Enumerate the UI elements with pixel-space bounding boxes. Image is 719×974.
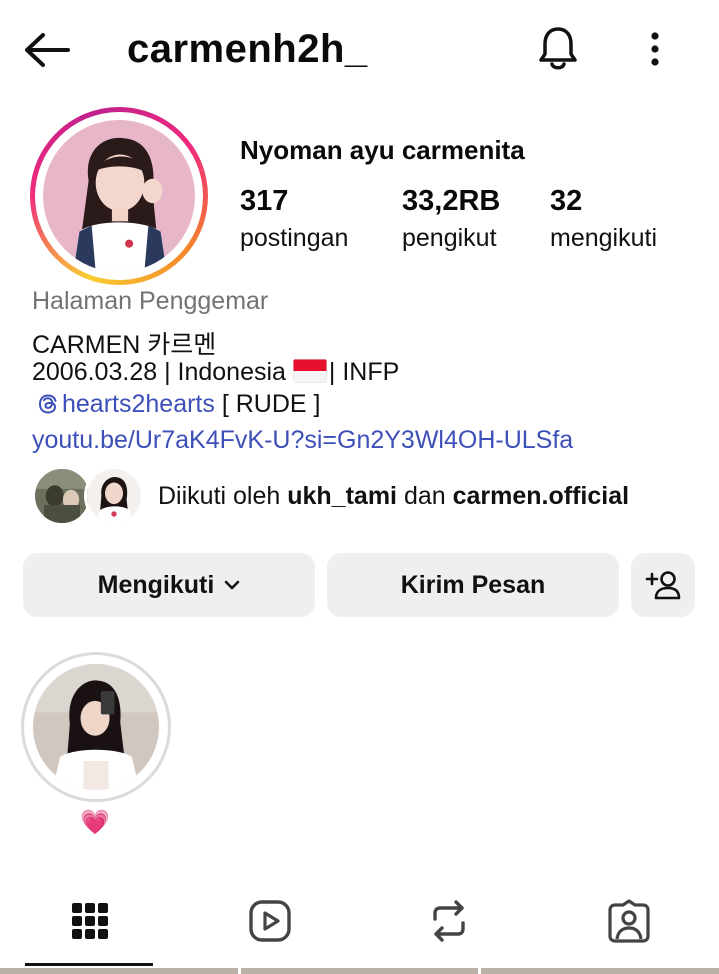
add-person-icon [645, 570, 681, 600]
bell-icon [536, 24, 580, 77]
top-bar: carmenh2h_ [0, 0, 719, 100]
followers-count[interactable]: 33,2RB pengikut [402, 185, 500, 253]
bio-mention-suffix: [ RUDE ] [214, 390, 321, 418]
chevron-down-icon [224, 580, 240, 590]
arrow-left-icon [23, 32, 71, 73]
mutual-follower-name-1: ukh_tami [287, 482, 397, 510]
threads-icon [32, 390, 62, 418]
profile-full-name: Nyoman ayu carmenita [240, 135, 525, 165]
tab-reposts[interactable] [359, 880, 539, 966]
back-button[interactable] [22, 30, 72, 74]
bio-details-text: 2006.03.28 | Indonesia [32, 358, 293, 386]
tab-reels[interactable] [180, 880, 360, 966]
reels-icon [248, 899, 292, 948]
repost-icon [429, 899, 469, 948]
active-tab-indicator [25, 963, 153, 966]
suggested-accounts-button[interactable] [631, 553, 695, 617]
bio-details-line: 2006.03.28 | Indonesia | INFP [32, 358, 399, 387]
profile-avatar [43, 120, 195, 272]
followed-by-text: Diikuti oleh ukh_tami dan carmen.officia… [158, 482, 629, 511]
story-highlight-cover [33, 664, 159, 790]
following-button-label: Mengikuti [97, 570, 215, 599]
indonesia-flag-icon [292, 359, 327, 383]
bio-details-text-2: | INFP [328, 358, 400, 386]
following-count[interactable]: 32 mengikuti [550, 185, 657, 253]
followed-by-prefix: Diikuti oleh [158, 482, 288, 510]
followers-count-value: 33,2RB [402, 185, 501, 217]
profile-content-tabs [0, 880, 719, 970]
mutual-follower-avatar-1 [32, 466, 92, 526]
post-thumbnail[interactable] [0, 968, 238, 974]
grid-icon [70, 901, 110, 946]
posts-count-value: 317 [240, 185, 289, 217]
threads-mention-link[interactable]: hearts2hearts [32, 390, 215, 418]
profile-username: carmenh2h_ [127, 27, 368, 71]
following-count-label: mengikuti [550, 224, 657, 252]
notifications-button[interactable] [532, 24, 584, 76]
story-highlight-label: 💗 [80, 809, 110, 836]
following-dropdown-button[interactable]: Mengikuti [23, 553, 315, 617]
post-thumbnail[interactable] [481, 968, 719, 974]
posts-grid-preview [0, 968, 719, 974]
followers-count-label: pengikut [402, 224, 497, 252]
send-message-button[interactable]: Kirim Pesan [327, 553, 619, 617]
profile-category: Halaman Penggemar [32, 287, 269, 315]
more-vertical-icon [650, 31, 660, 72]
followed-by-row[interactable]: Diikuti oleh ukh_tami dan carmen.officia… [32, 466, 692, 526]
more-options-button[interactable] [636, 28, 674, 74]
mutual-follower-avatar-2 [84, 466, 144, 526]
followed-by-conjunction: dan [397, 482, 453, 510]
bio-mention-line: hearts2hearts [ RUDE ] [32, 390, 320, 419]
profile-avatar-story-ring[interactable] [30, 107, 208, 285]
tab-tagged[interactable] [539, 880, 719, 966]
tab-posts[interactable] [0, 880, 180, 966]
bio-external-link[interactable]: youtu.be/Ur7aK4FvK-U?si=Gn2Y3Wl4OH-ULSfa [32, 426, 573, 455]
post-thumbnail[interactable] [240, 968, 479, 974]
story-highlight[interactable] [21, 652, 171, 802]
mutual-follower-name-2: carmen.official [452, 482, 630, 510]
threads-mention-text: hearts2hearts [62, 390, 215, 418]
bio-name-line: CARMEN 카르멘 [32, 331, 217, 359]
posts-count[interactable]: 317 postingan [240, 185, 348, 253]
following-count-value: 32 [550, 185, 583, 217]
send-message-label: Kirim Pesan [400, 570, 546, 599]
tagged-icon [607, 898, 651, 948]
posts-count-label: postingan [240, 224, 349, 252]
